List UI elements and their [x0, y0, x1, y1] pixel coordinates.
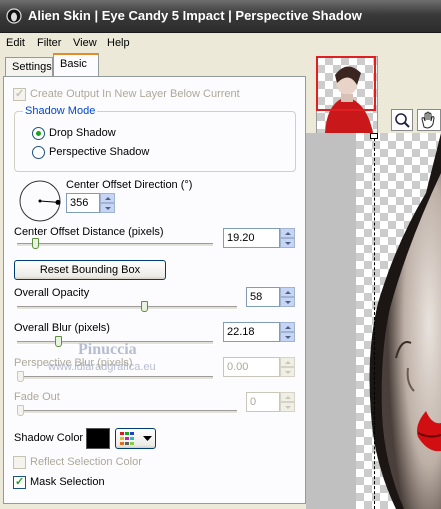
bounding-box-handle[interactable]: [370, 133, 378, 139]
perspective-blur-spinner: [280, 357, 295, 377]
mask-selection-label: Mask Selection: [30, 476, 105, 488]
shadow-color-label: Shadow Color: [14, 432, 84, 444]
title-bar: Alien Skin | Eye Candy 5 Impact | Perspe…: [0, 0, 441, 33]
preview-canvas[interactable]: [306, 133, 441, 509]
perspective-shadow-label: Perspective Shadow: [49, 146, 150, 158]
direction-input[interactable]: 356: [66, 193, 100, 213]
navigator-thumbnail[interactable]: [316, 56, 378, 134]
opacity-slider-track[interactable]: [17, 306, 237, 310]
distance-label: Center Offset Distance (pixels): [14, 226, 164, 238]
mask-selection-checkbox[interactable]: ✓: [13, 476, 26, 489]
fade-out-input: 0: [246, 392, 280, 412]
shadow-mode-group: Shadow Mode Drop Shadow Perspective Shad…: [14, 105, 296, 172]
perspective-shadow-radio[interactable]: [32, 146, 45, 159]
distance-slider-track[interactable]: [17, 243, 213, 247]
direction-spinner[interactable]: [100, 193, 115, 213]
preview-face-image: [369, 133, 441, 509]
pan-tool-button[interactable]: [417, 109, 441, 131]
shadow-color-swatch[interactable]: [86, 428, 110, 449]
create-output-label: Create Output In New Layer Below Current: [30, 88, 240, 100]
perspective-blur-label: Perspective Blur (pixels): [14, 357, 133, 369]
hand-icon: [421, 111, 435, 129]
perspective-blur-input: 0.00: [223, 357, 280, 377]
window-title: Alien Skin | Eye Candy 5 Impact | Perspe…: [28, 8, 362, 23]
navigator-view-box[interactable]: [316, 56, 376, 111]
reset-bounding-box-button[interactable]: Reset Bounding Box: [14, 260, 166, 280]
preview-area: [306, 53, 441, 509]
distance-spinner[interactable]: [280, 228, 295, 248]
fade-out-spinner: [280, 392, 295, 412]
drop-shadow-label: Drop Shadow: [49, 127, 116, 139]
drop-shadow-radio[interactable]: [32, 127, 45, 140]
blur-spinner[interactable]: [280, 322, 295, 342]
reflect-selection-color-checkbox: [13, 456, 26, 469]
opacity-input[interactable]: 58: [246, 287, 280, 307]
menu-help[interactable]: Help: [107, 37, 130, 49]
blur-label: Overall Blur (pixels): [14, 322, 110, 334]
tab-bar: Settings Basic: [0, 53, 310, 77]
fade-out-slider-thumb: [17, 405, 24, 416]
basic-panel: ✓ Create Output In New Layer Below Curre…: [3, 76, 306, 504]
menu-filter[interactable]: Filter: [37, 37, 61, 49]
fade-out-label: Fade Out: [14, 391, 60, 403]
menu-bar: Edit Filter View Help: [0, 33, 441, 53]
direction-label: Center Offset Direction (°): [66, 179, 193, 191]
opacity-label: Overall Opacity: [14, 287, 90, 299]
create-output-checkbox[interactable]: ✓: [13, 88, 26, 101]
blur-slider-thumb[interactable]: [54, 336, 62, 347]
reflect-selection-color-label: Reflect Selection Color: [30, 456, 142, 468]
tab-basic[interactable]: Basic: [53, 53, 99, 76]
distance-slider-thumb[interactable]: [32, 238, 40, 249]
magnifier-icon: [395, 113, 410, 128]
blur-input[interactable]: 22.18: [223, 322, 280, 342]
alien-skin-logo-icon: [6, 8, 22, 24]
tab-settings[interactable]: Settings: [5, 57, 53, 77]
bounding-box-edge[interactable]: [374, 133, 375, 509]
menu-edit[interactable]: Edit: [6, 37, 25, 49]
palette-grid-icon: [120, 432, 134, 445]
chevron-down-icon: [143, 436, 152, 441]
direction-dial[interactable]: [18, 179, 62, 223]
zoom-tool-button[interactable]: [391, 109, 413, 131]
opacity-spinner[interactable]: [280, 287, 295, 307]
perspective-blur-slider-thumb: [17, 371, 24, 382]
fade-out-slider-track: [17, 410, 237, 414]
distance-input[interactable]: 19.20: [223, 228, 280, 248]
shadow-mode-label: Shadow Mode: [23, 105, 98, 117]
menu-view[interactable]: View: [73, 37, 97, 49]
opacity-slider-thumb[interactable]: [140, 301, 148, 312]
color-picker-button[interactable]: [115, 428, 156, 449]
perspective-blur-slider-track: [17, 376, 213, 380]
